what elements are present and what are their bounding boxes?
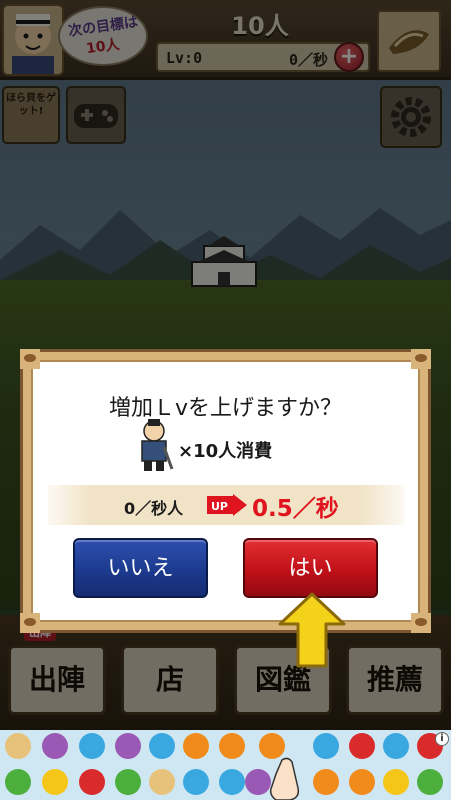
corner-ornament-icon [20, 613, 40, 633]
dialog-title: 増加Ｌvを上げますか？ [108, 396, 343, 421]
corner-ornament-icon [20, 349, 40, 369]
samurai-icon [141, 419, 174, 471]
ad-info-icon[interactable]: i [435, 732, 449, 746]
yes-button[interactable]: はい [243, 538, 378, 598]
tutorial-pointer-arrow-icon [278, 592, 346, 668]
no-button[interactable]: いいえ [73, 538, 208, 598]
corner-ornament-icon [411, 349, 431, 369]
rate-before-text: 0／秒人 [124, 499, 184, 518]
corner-ornament-icon [411, 613, 431, 633]
fruit-puzzle-ad-image [5, 733, 443, 800]
cost-text: ×10人消費 [178, 441, 273, 462]
up-arrow-icon: UP [207, 494, 247, 516]
up-label: UP [211, 500, 228, 513]
ad-banner[interactable] [0, 730, 451, 800]
rate-after-text: 0.5／秒 [252, 496, 339, 522]
